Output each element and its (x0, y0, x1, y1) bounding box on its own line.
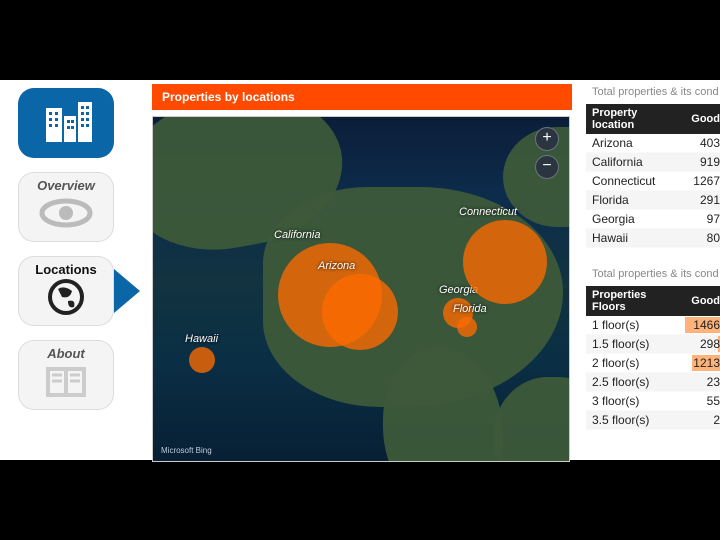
cell-floors: 2 floor(s) (586, 354, 685, 373)
map-view[interactable]: HawaiiCaliforniaArizonaGeorgiaFloridaCon… (152, 116, 570, 462)
cell-location: Connecticut (586, 172, 685, 191)
sidebar-item-logo[interactable] (18, 88, 114, 158)
col-header: Property location (586, 104, 685, 134)
cell-location: Florida (586, 191, 685, 210)
col-header: Good (685, 286, 720, 316)
panel-title: Properties by locations (152, 84, 572, 110)
zoom-out-button[interactable]: − (535, 155, 559, 179)
sidebar-item-label: Overview (18, 172, 114, 193)
app-window: Overview Locations About (0, 80, 720, 460)
cell-location: Hawaii (586, 229, 685, 248)
table-row[interactable]: California919 (586, 153, 720, 172)
cell-good: 80 (685, 229, 720, 248)
cell-floors: 1 floor(s) (586, 316, 685, 335)
cell-good: 298 (685, 335, 720, 354)
sidebar: Overview Locations About (18, 80, 130, 460)
main-panel: Properties by locations Hawaii California… (150, 80, 574, 460)
sidebar-item-label: Locations (18, 256, 114, 277)
zoom-in-button[interactable]: + (535, 127, 559, 151)
table-floors: Properties Floors Good 1 floor(s)14661.5… (586, 286, 720, 430)
table-row[interactable]: Arizona403 (586, 134, 720, 153)
cell-location: California (586, 153, 685, 172)
cell-good: 2 (685, 411, 720, 430)
cell-good: 1466 (685, 316, 720, 335)
active-pointer-icon (114, 269, 140, 313)
cell-good: 1267 (685, 172, 720, 191)
table-row[interactable]: 3 floor(s)55 (586, 392, 720, 411)
cell-good: 1213 (685, 354, 720, 373)
map-bubble-label: Florida (453, 303, 487, 315)
cell-good: 97 (685, 210, 720, 229)
map-attribution: Microsoft Bing (161, 446, 212, 455)
map-bubble-label: Hawaii (185, 333, 218, 345)
sidebar-item-locations[interactable]: Locations (18, 256, 114, 326)
cell-good: 919 (685, 153, 720, 172)
land-shape (493, 377, 570, 462)
col-header: Properties Floors (586, 286, 685, 316)
cell-floors: 2.5 floor(s) (586, 373, 685, 392)
cell-good: 55 (685, 392, 720, 411)
table-row[interactable]: 1 floor(s)1466 (586, 316, 720, 335)
table-row[interactable]: 2 floor(s)1213 (586, 354, 720, 373)
table-row[interactable]: Florida291 (586, 191, 720, 210)
table-row[interactable]: Georgia97 (586, 210, 720, 229)
table-row[interactable]: 3.5 floor(s)2 (586, 411, 720, 430)
cell-floors: 3 floor(s) (586, 392, 685, 411)
cell-floors: 3.5 floor(s) (586, 411, 685, 430)
table-row[interactable]: Connecticut1267 (586, 172, 720, 191)
map-bubble-label: Arizona (318, 260, 355, 272)
map-bubble-label: Connecticut (459, 206, 517, 218)
table-row[interactable]: Hawaii80 (586, 229, 720, 248)
map-bubble[interactable] (189, 347, 215, 373)
map-bubble[interactable] (457, 317, 477, 337)
table-row[interactable]: 1.5 floor(s)298 (586, 335, 720, 354)
cell-good: 291 (685, 191, 720, 210)
cell-floors: 1.5 floor(s) (586, 335, 685, 354)
map-bubble[interactable] (322, 274, 398, 350)
globe-icon (18, 277, 114, 317)
sidebar-item-about[interactable]: About (18, 340, 114, 410)
book-icon (18, 361, 114, 401)
col-header: Good (685, 104, 720, 134)
table-caption: Total properties & its cond (586, 262, 720, 286)
eye-icon (18, 193, 114, 233)
tables-panel: Total properties & its cond Property loc… (586, 80, 720, 460)
cell-location: Georgia (586, 210, 685, 229)
map-bubble-label: California (274, 229, 320, 241)
buildings-icon (18, 88, 114, 158)
cell-good: 403 (685, 134, 720, 153)
table-locations: Property location Good Arizona403Califor… (586, 104, 720, 248)
sidebar-item-overview[interactable]: Overview (18, 172, 114, 242)
cell-good: 23 (685, 373, 720, 392)
cell-location: Arizona (586, 134, 685, 153)
table-caption: Total properties & its cond (586, 80, 720, 104)
sidebar-item-label: About (18, 340, 114, 361)
map-bubble[interactable] (463, 220, 547, 304)
table-row[interactable]: 2.5 floor(s)23 (586, 373, 720, 392)
